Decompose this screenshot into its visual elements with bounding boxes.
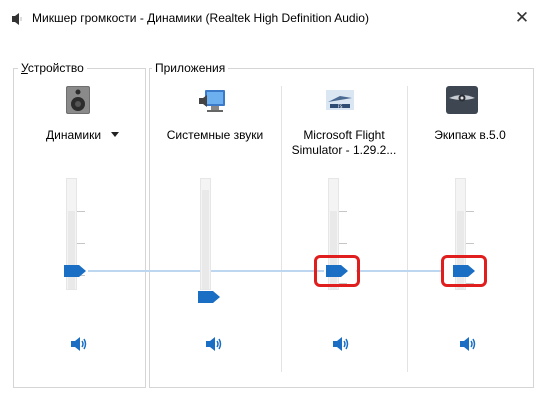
app-label-line2: Simulator - 1.29.2... bbox=[291, 143, 397, 157]
slider-tick bbox=[77, 211, 85, 212]
slider-tick bbox=[339, 211, 347, 212]
system-sounds-icon bbox=[199, 90, 225, 112]
column-separator bbox=[407, 86, 408, 372]
device-volume-thumb[interactable] bbox=[64, 265, 86, 277]
app-label: Системные звуки bbox=[166, 128, 264, 142]
highlight-box bbox=[441, 255, 487, 287]
speaker-device-icon bbox=[66, 86, 90, 114]
column-separator bbox=[281, 86, 282, 372]
speaker-icon[interactable] bbox=[205, 336, 223, 352]
device-name: Динамики bbox=[46, 128, 102, 142]
flight-simulator-icon: FS bbox=[326, 90, 354, 110]
app-volume-thumb[interactable] bbox=[198, 291, 220, 303]
window-title: Микшер громкости - Динамики (Realtek Hig… bbox=[32, 11, 369, 25]
slider-tick bbox=[466, 211, 474, 212]
level-line bbox=[356, 270, 444, 272]
speaker-icon[interactable] bbox=[459, 336, 477, 352]
speaker-icon[interactable] bbox=[70, 336, 88, 352]
device-selector[interactable]: Динамики bbox=[46, 128, 120, 143]
slider-tick bbox=[466, 243, 474, 244]
app-label: Экипаж в.5.0 bbox=[434, 128, 506, 142]
apps-group-label: Приложения bbox=[152, 61, 229, 75]
slider-tick bbox=[77, 243, 85, 244]
close-button[interactable]: ✕ bbox=[502, 0, 542, 36]
app-label: Microsoft Flight Simulator - 1.29.2... bbox=[284, 128, 404, 158]
speaker-title-icon bbox=[12, 13, 22, 25]
chevron-down-icon bbox=[111, 132, 120, 137]
slider-tick bbox=[339, 243, 347, 244]
title-bar: Микшер громкости - Динамики (Realtek Hig… bbox=[0, 0, 542, 36]
svg-text:FS: FS bbox=[338, 104, 343, 109]
app-label-line1: Microsoft Flight bbox=[303, 128, 385, 142]
device-group-label: Устройство bbox=[18, 61, 87, 75]
app-volume-fill bbox=[202, 190, 209, 289]
crew-app-icon bbox=[446, 86, 478, 114]
app-volume-track[interactable] bbox=[200, 178, 211, 290]
speaker-icon[interactable] bbox=[332, 336, 350, 352]
highlight-box bbox=[314, 255, 360, 287]
device-volume-fill bbox=[68, 211, 75, 289]
